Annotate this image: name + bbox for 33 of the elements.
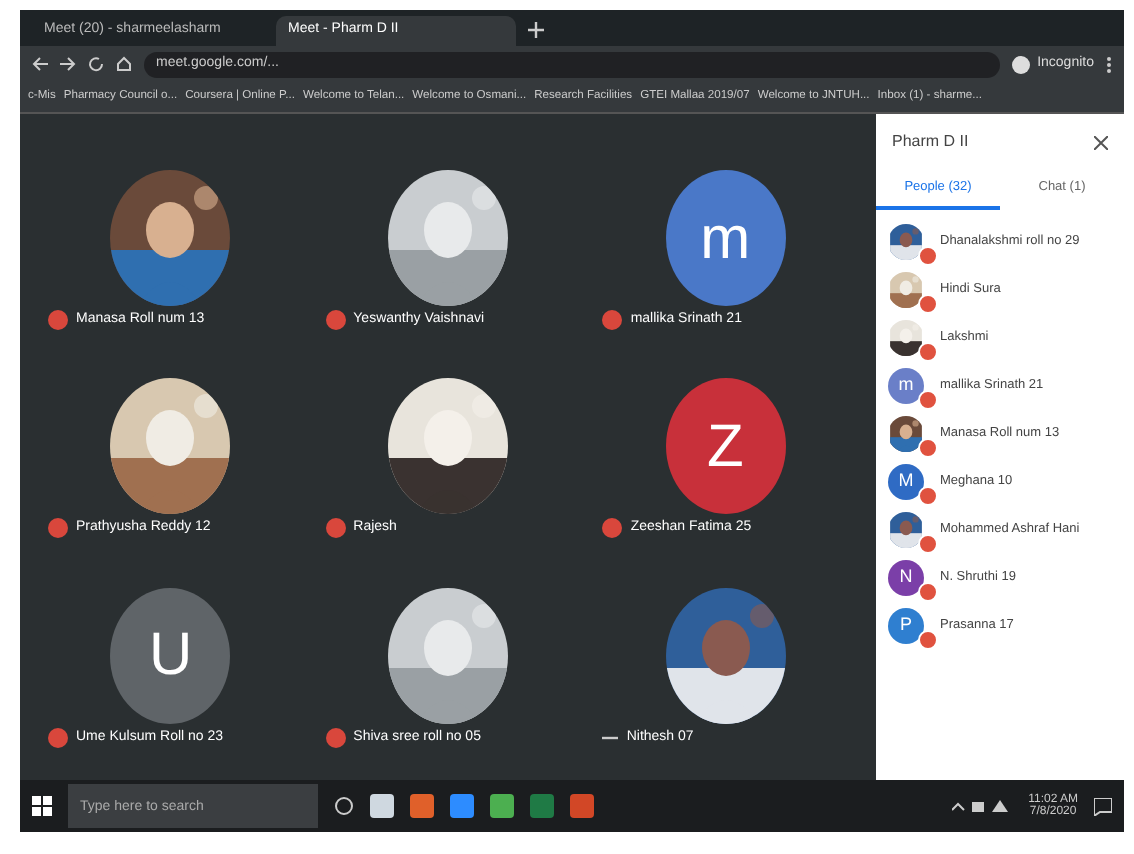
avatar: U: [110, 587, 231, 724]
mic-off-icon: [602, 310, 623, 331]
reload-icon[interactable]: [88, 56, 104, 72]
mic-off-icon: [918, 485, 938, 506]
mic-off-icon: [918, 245, 938, 266]
close-icon[interactable]: [1094, 135, 1108, 149]
mic-off-icon: [918, 533, 938, 554]
mic-off-icon: [48, 310, 68, 331]
mic-off-icon: [325, 518, 346, 539]
mic-off-icon: [918, 389, 938, 410]
mic-off-icon: [918, 437, 938, 458]
mic-off-icon: [918, 629, 938, 650]
more-icon[interactable]: [1106, 55, 1112, 73]
audio-level-icon: [602, 733, 619, 742]
panel-title: Pharm D II: [892, 130, 969, 154]
mic-off-icon: [48, 727, 68, 748]
start-icon[interactable]: [32, 796, 52, 816]
task-view-icon[interactable]: [334, 796, 354, 816]
avatar: m: [665, 170, 786, 307]
mic-off-icon: [918, 293, 938, 314]
home-icon[interactable]: [116, 56, 132, 72]
system-tray-icon[interactable]: [952, 798, 1013, 814]
forward-icon[interactable]: [60, 56, 76, 72]
mic-off-icon: [48, 518, 68, 539]
back-icon[interactable]: [32, 56, 48, 72]
mic-off-icon: [602, 518, 623, 539]
new-tab-icon[interactable]: [528, 22, 544, 38]
mic-off-icon: [918, 341, 938, 362]
notification-icon[interactable]: [1094, 797, 1112, 815]
mic-off-icon: [918, 581, 938, 602]
mic-off-icon: [325, 727, 346, 748]
mic-off-icon: [325, 310, 346, 331]
avatar: Z: [665, 378, 786, 515]
